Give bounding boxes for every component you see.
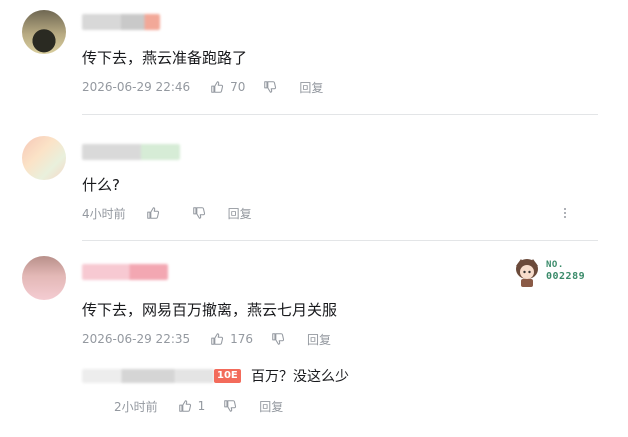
thumbs-up-icon [211, 333, 224, 345]
comment-time: 4小时前 [82, 206, 126, 221]
comment-meta: 2026-06-29 22:35 176 回复 [82, 330, 331, 348]
like-count: 70 [230, 80, 246, 94]
like-button[interactable]: 176 [210, 332, 253, 346]
fan-badge[interactable]: NO. 002289 [512, 255, 600, 289]
thumbs-up-icon [211, 81, 224, 93]
reply-text: 百万？没这么少 [251, 369, 349, 385]
like-count: 176 [230, 332, 254, 346]
username-blurred[interactable] [82, 264, 168, 280]
character-badge-icon [516, 259, 538, 287]
comment-meta: 4小时前 回复 [82, 204, 252, 222]
thumbs-down-icon [192, 207, 205, 219]
badge-number: 002289 [546, 271, 586, 282]
dislike-button[interactable] [223, 399, 237, 413]
like-button[interactable]: 70 [210, 80, 245, 94]
avatar[interactable] [22, 136, 66, 180]
comment-text: 传下去，网易百万撤离，燕云七月关服 [82, 301, 338, 319]
more-vertical-icon[interactable] [557, 204, 573, 222]
comment-text: 传下去，燕云准备跑路了 [82, 49, 248, 67]
username-blurred[interactable] [82, 144, 180, 160]
reply-time: 2小时前 [114, 399, 158, 414]
reply-button[interactable]: 回复 [259, 398, 283, 415]
comment-time: 2026-06-29 22:35 [82, 332, 191, 346]
thumbs-down-icon [224, 400, 237, 412]
like-button[interactable]: 1 [178, 399, 206, 413]
comment-time: 2026-06-29 22:46 [82, 80, 191, 94]
badge-label: NO. [546, 260, 564, 270]
dislike-button[interactable] [263, 80, 277, 94]
thumbs-up-icon [146, 207, 159, 219]
avatar[interactable] [22, 256, 66, 300]
username-blurred[interactable] [82, 14, 160, 30]
divider [82, 114, 598, 115]
like-count: 1 [197, 399, 206, 413]
dislike-button[interactable] [192, 206, 206, 220]
thumbs-up-icon [178, 400, 191, 412]
divider [82, 240, 598, 241]
reply-username-blurred[interactable] [82, 369, 214, 383]
avatar[interactable] [22, 10, 66, 54]
thumbs-down-icon [264, 81, 277, 93]
comment-meta: 2026-06-29 22:46 70 回复 [82, 78, 323, 96]
reply-button[interactable]: 回复 [299, 79, 323, 96]
level-tag: 10E [214, 369, 241, 383]
comment-text: 什么? [82, 176, 120, 194]
like-button[interactable] [146, 206, 166, 220]
reply-button[interactable]: 回复 [307, 331, 331, 348]
thumbs-down-icon [272, 333, 285, 345]
reply-button[interactable]: 回复 [228, 205, 252, 222]
reply-meta: 2小时前 1 回复 [114, 397, 283, 415]
dislike-button[interactable] [271, 332, 285, 346]
